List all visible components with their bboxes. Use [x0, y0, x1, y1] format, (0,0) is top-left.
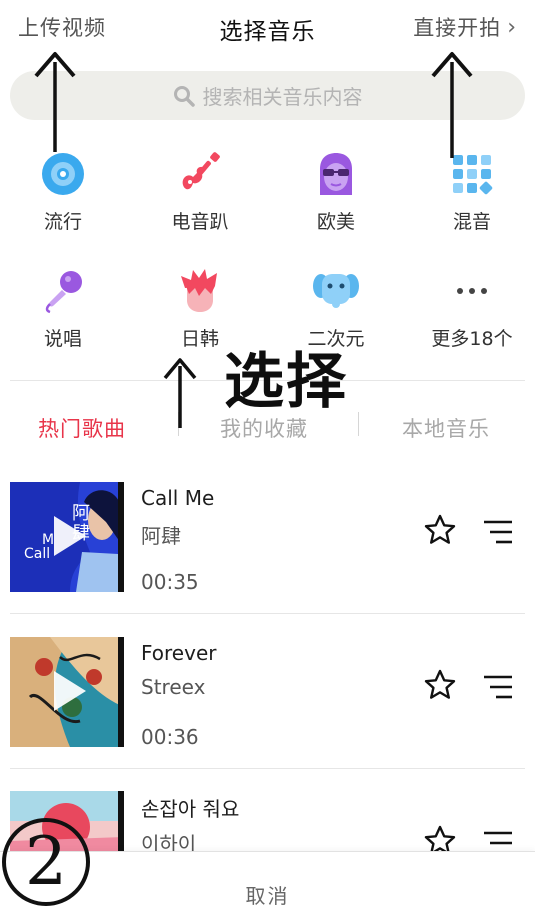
- cover-edge: [118, 637, 124, 747]
- play-icon[interactable]: [54, 516, 86, 556]
- tab-separator: [358, 412, 359, 436]
- playlist-menu-icon[interactable]: [482, 829, 514, 851]
- song-duration: 00:36: [141, 725, 199, 749]
- category-label: 说唱: [43, 328, 82, 350]
- search-icon: [173, 85, 195, 107]
- direct-shoot-link[interactable]: 直接开拍 ›: [413, 12, 517, 42]
- vinyl-disc-icon: [42, 153, 84, 195]
- microphone-icon: [45, 271, 82, 314]
- search-placeholder: 搜索相关音乐内容: [202, 85, 363, 109]
- album-cover[interactable]: [10, 637, 124, 747]
- tab-favorites[interactable]: 我的收藏: [220, 413, 308, 443]
- album-art: [10, 791, 124, 851]
- category-more[interactable]: 更多18个: [417, 268, 527, 351]
- category-label: 二次元: [307, 328, 365, 350]
- song-title: Forever: [141, 641, 217, 665]
- album-cover[interactable]: [10, 791, 124, 851]
- direct-shoot-label: 直接开拍: [413, 16, 502, 40]
- anime-hair-face-icon: [181, 269, 217, 312]
- playlist-menu-icon[interactable]: [482, 518, 514, 546]
- annotation-select-text: 选择: [224, 347, 348, 417]
- category-rap[interactable]: 说唱: [8, 268, 118, 351]
- category-jpkr[interactable]: 日韩: [145, 268, 255, 351]
- header-bar: 上传视频 选择音乐 直接开拍 ›: [0, 0, 535, 58]
- song-row[interactable]: 손잡아 줘요 이하이: [0, 791, 535, 851]
- bottom-action-bar: 取消: [0, 851, 535, 924]
- elephant-icon: [313, 274, 359, 308]
- song-artist: Streex: [141, 675, 206, 699]
- song-artist: 阿肆: [141, 524, 181, 548]
- star-icon[interactable]: [424, 825, 456, 851]
- svg-text:M: M: [42, 532, 54, 548]
- more-dots-icon: [457, 288, 487, 294]
- category-label: 日韩: [180, 328, 219, 350]
- star-icon[interactable]: [424, 669, 456, 701]
- section-divider: [10, 380, 525, 381]
- tab-hot-songs[interactable]: 热门歌曲: [38, 413, 126, 443]
- category-label: 流行: [43, 211, 82, 233]
- chevron-right-icon: ›: [507, 14, 517, 40]
- category-edm[interactable]: 电音趴: [145, 151, 255, 234]
- category-anime[interactable]: 二次元: [281, 268, 391, 351]
- svg-text:Call: Call: [24, 546, 50, 562]
- song-title: Call Me: [141, 486, 215, 510]
- album-cover[interactable]: Call M 阿肆: [10, 482, 124, 592]
- star-icon[interactable]: [424, 514, 456, 546]
- cover-edge: [118, 482, 124, 592]
- category-label: 混音: [452, 211, 491, 233]
- grid-dots-icon: [453, 155, 493, 195]
- search-bar[interactable]: 搜索相关音乐内容: [10, 71, 525, 120]
- playlist-menu-icon[interactable]: [482, 673, 514, 701]
- cover-edge: [118, 791, 124, 851]
- electric-guitar-icon: [182, 152, 220, 190]
- row-divider: [10, 768, 525, 769]
- song-title: 손잡아 줘요: [141, 797, 240, 821]
- song-duration: 00:35: [141, 570, 199, 594]
- category-pop[interactable]: 流行: [8, 151, 118, 234]
- row-divider: [10, 613, 525, 614]
- song-artist: 이하이: [141, 832, 197, 851]
- category-remix[interactable]: 混音: [417, 151, 527, 234]
- category-label: 电音趴: [171, 211, 229, 233]
- play-icon[interactable]: [54, 671, 86, 711]
- tab-local-music[interactable]: 本地音乐: [402, 413, 490, 443]
- category-label: 欧美: [316, 211, 355, 233]
- category-label: 更多18个: [431, 328, 513, 350]
- sunglasses-face-icon: [320, 153, 352, 195]
- cancel-button[interactable]: 取消: [0, 880, 535, 909]
- category-western[interactable]: 欧美: [281, 151, 391, 234]
- tab-separator: [178, 412, 179, 436]
